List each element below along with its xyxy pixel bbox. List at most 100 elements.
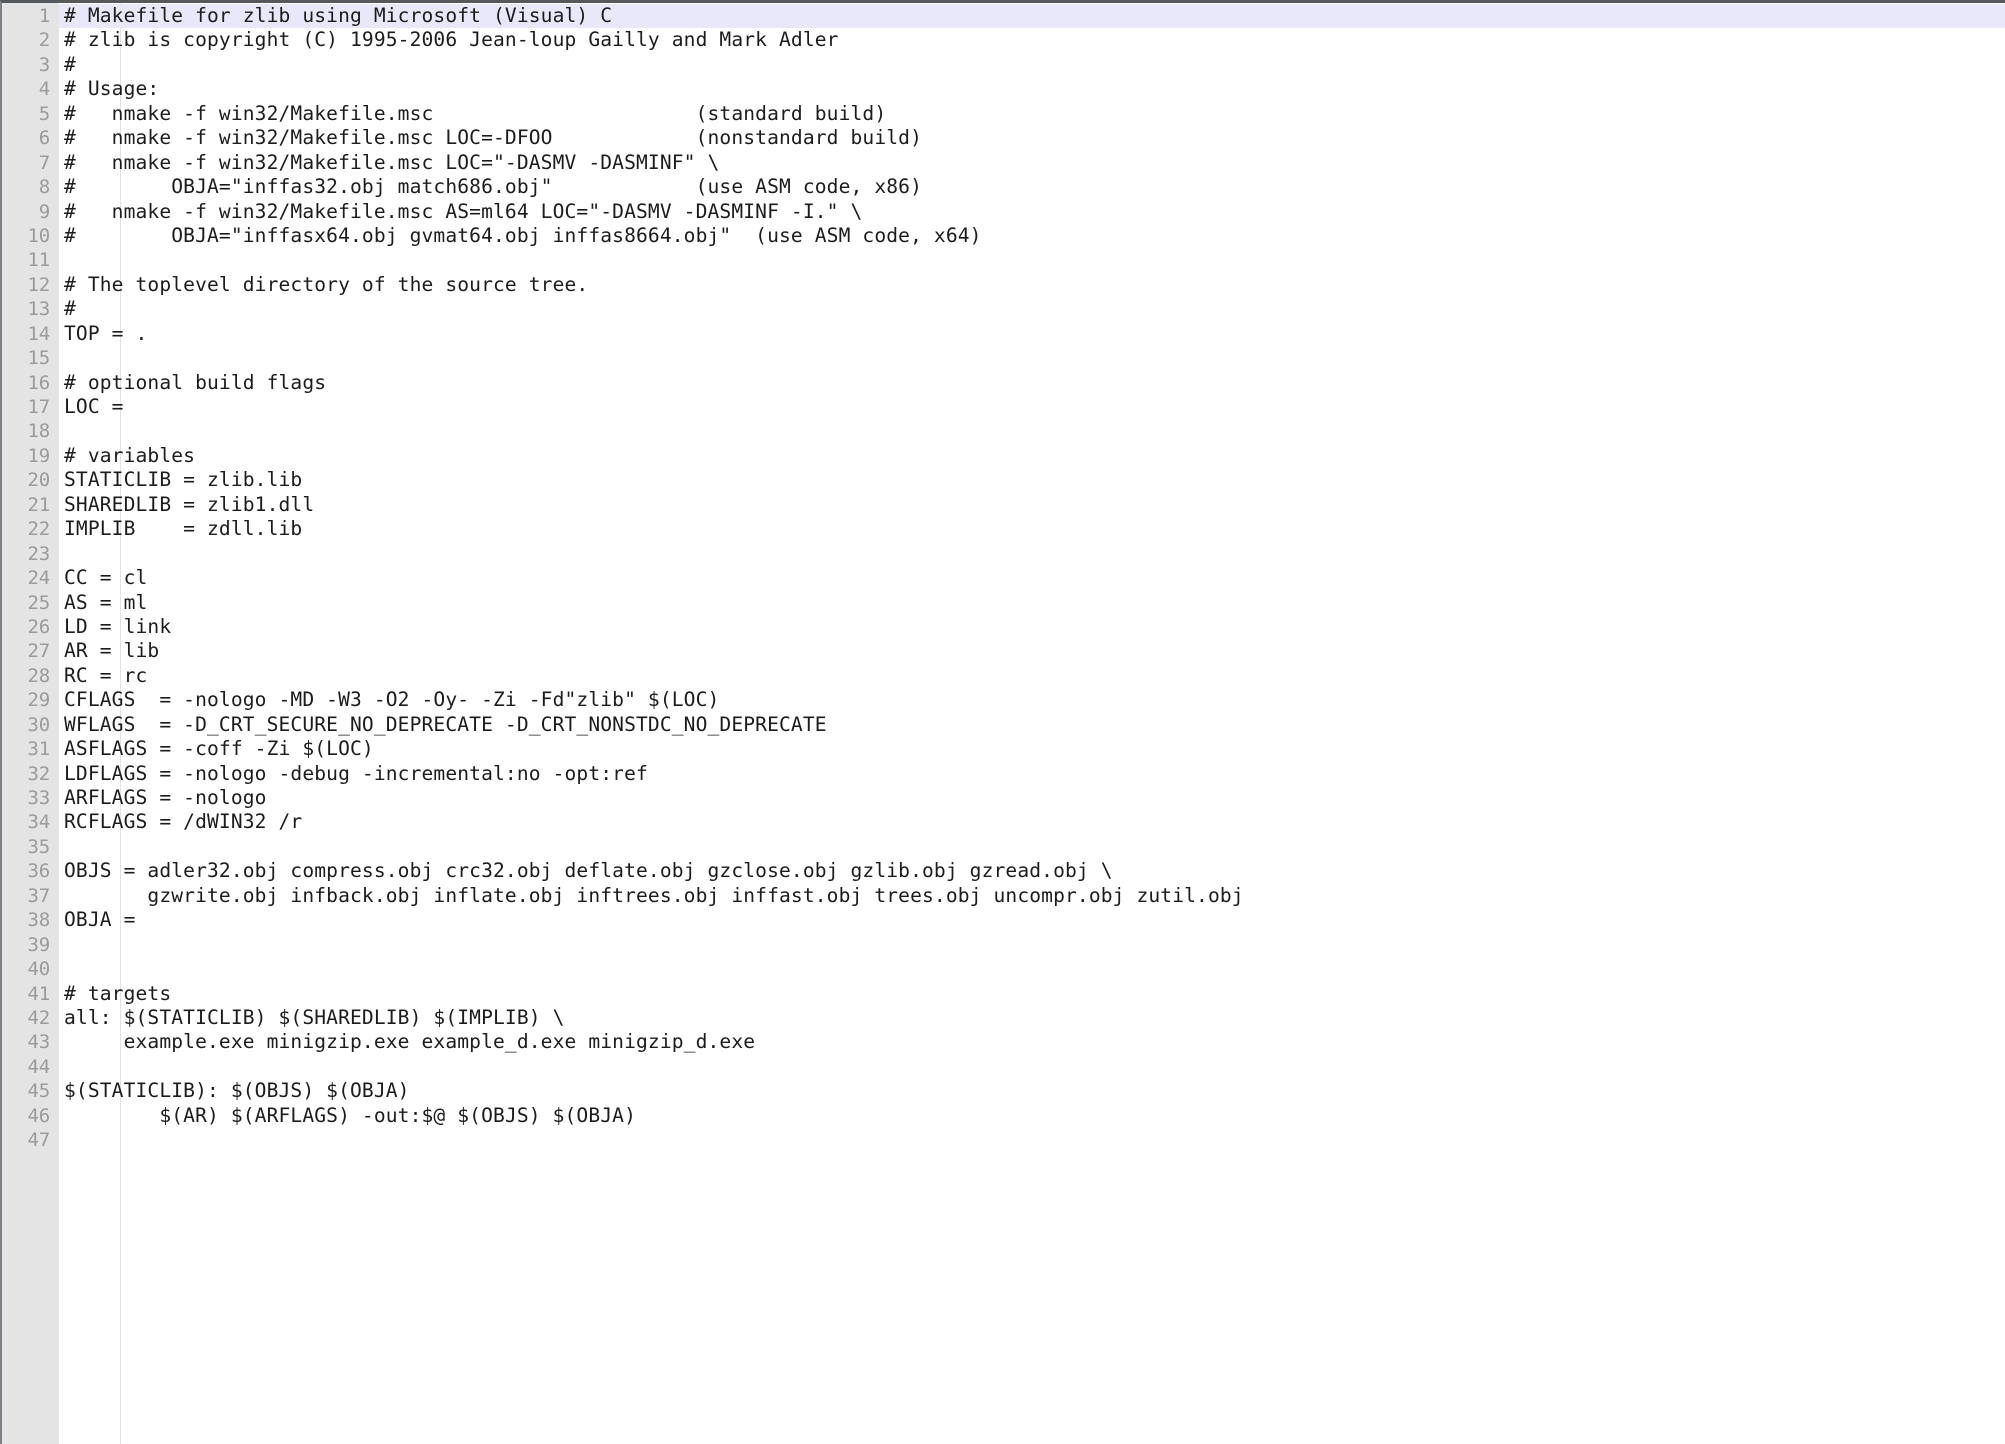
code-line[interactable]: 13 # — [2, 297, 2005, 321]
line-text[interactable]: # zlib is copyright (C) 1995-2006 Jean-l… — [59, 28, 2005, 52]
code-content-area[interactable]: 1 # Makefile for zlib using Microsoft (Vi… — [2, 3, 2005, 1153]
code-line[interactable]: 38 OBJA = — [2, 908, 2005, 932]
line-text[interactable]: # variables — [59, 444, 2005, 468]
line-text[interactable]: ASFLAGS = -coff -Zi $(LOC) — [59, 737, 2005, 761]
code-line[interactable]: 9 # nmake -f win32/Makefile.msc AS=ml64 L… — [2, 200, 2005, 224]
line-text[interactable]: $(STATICLIB): $(OBJS) $(OBJA) — [59, 1079, 2005, 1103]
line-text[interactable]: AS = ml — [59, 591, 2005, 615]
code-line[interactable]: 15 — [2, 346, 2005, 370]
code-line[interactable]: 28 RC = rc — [2, 664, 2005, 688]
code-line[interactable]: 31 ASFLAGS = -coff -Zi $(LOC) — [2, 737, 2005, 761]
line-text[interactable]: # optional build flags — [59, 371, 2005, 395]
code-line[interactable]: 40 — [2, 957, 2005, 981]
code-line[interactable]: 30 WFLAGS = -D_CRT_SECURE_NO_DEPRECATE -D… — [2, 713, 2005, 737]
code-line[interactable]: 11 — [2, 248, 2005, 272]
code-line[interactable]: 22 IMPLIB = zdll.lib — [2, 517, 2005, 541]
code-line[interactable]: 44 — [2, 1055, 2005, 1079]
line-text[interactable]: LD = link — [59, 615, 2005, 639]
line-text[interactable]: # Usage: — [59, 77, 2005, 101]
line-number: 10 — [27, 224, 51, 247]
line-text[interactable]: example.exe minigzip.exe example_d.exe m… — [59, 1030, 2005, 1054]
line-text[interactable]: LOC = — [59, 395, 2005, 419]
line-text[interactable]: # — [59, 297, 2005, 321]
code-line[interactable]: 7 # nmake -f win32/Makefile.msc LOC="-DAS… — [2, 151, 2005, 175]
code-line[interactable]: 19 # variables — [2, 444, 2005, 468]
code-line[interactable]: 3 # — [2, 53, 2005, 77]
code-line[interactable]: 47 — [2, 1128, 2005, 1152]
code-line[interactable]: 27 AR = lib — [2, 639, 2005, 663]
line-text[interactable]: STATICLIB = zlib.lib — [59, 468, 2005, 492]
line-text[interactable]: CFLAGS = -nologo -MD -W3 -O2 -Oy- -Zi -F… — [59, 688, 2005, 712]
line-text[interactable]: TOP = . — [59, 322, 2005, 346]
code-line[interactable]: 36 OBJS = adler32.obj compress.obj crc32.… — [2, 859, 2005, 883]
code-line[interactable]: 8 # OBJA="inffas32.obj match686.obj" (use… — [2, 175, 2005, 199]
line-text[interactable]: # OBJA="inffas32.obj match686.obj" (use … — [59, 175, 2005, 199]
line-text[interactable]: OBJA = — [59, 908, 2005, 932]
code-line[interactable]: 16 # optional build flags — [2, 371, 2005, 395]
code-line[interactable]: 46 $(AR) $(ARFLAGS) -out:$@ $(OBJS) $(OB… — [2, 1104, 2005, 1128]
line-text[interactable]: AR = lib — [59, 639, 2005, 663]
code-line[interactable]: 18 — [2, 419, 2005, 443]
code-line[interactable]: 23 — [2, 542, 2005, 566]
line-text[interactable]: OBJS = adler32.obj compress.obj crc32.ob… — [59, 859, 2005, 883]
line-number: 11 — [27, 249, 51, 272]
line-number: 20 — [27, 469, 51, 492]
line-text[interactable]: SHAREDLIB = zlib1.dll — [59, 493, 2005, 517]
line-text[interactable]: # nmake -f win32/Makefile.msc (standard … — [59, 102, 2005, 126]
code-line[interactable]: 20 STATICLIB = zlib.lib — [2, 468, 2005, 492]
line-text[interactable]: WFLAGS = -D_CRT_SECURE_NO_DEPRECATE -D_C… — [59, 713, 2005, 737]
code-line[interactable]: 32 LDFLAGS = -nologo -debug -incremental:… — [2, 762, 2005, 786]
line-number: 22 — [27, 518, 51, 541]
line-text[interactable]: LDFLAGS = -nologo -debug -incremental:no… — [59, 762, 2005, 786]
line-number: 8 — [38, 176, 50, 199]
code-line[interactable]: 5 # nmake -f win32/Makefile.msc (standard… — [2, 102, 2005, 126]
code-line[interactable]: 14 TOP = . — [2, 322, 2005, 346]
line-number: 46 — [27, 1104, 51, 1127]
line-text[interactable]: CC = cl — [59, 566, 2005, 590]
line-text[interactable]: # nmake -f win32/Makefile.msc LOC="-DASM… — [59, 151, 2005, 175]
code-line[interactable]: 43 example.exe minigzip.exe example_d.ex… — [2, 1030, 2005, 1054]
code-line[interactable]: 10 # OBJA="inffasx64.obj gvmat64.obj inff… — [2, 224, 2005, 248]
code-line[interactable]: 2 # zlib is copyright (C) 1995-2006 Jean-… — [2, 28, 2005, 52]
code-line[interactable]: 1 # Makefile for zlib using Microsoft (Vi… — [2, 4, 2005, 29]
line-text[interactable]: RCFLAGS = /dWIN32 /r — [59, 810, 2005, 834]
line-number: 40 — [27, 958, 51, 981]
line-text[interactable]: IMPLIB = zdll.lib — [59, 517, 2005, 541]
code-line[interactable]: 17 LOC = — [2, 395, 2005, 419]
line-number: 9 — [38, 200, 50, 223]
code-line[interactable]: 33 ARFLAGS = -nologo — [2, 786, 2005, 810]
line-text[interactable]: # nmake -f win32/Makefile.msc AS=ml64 LO… — [59, 200, 2005, 224]
code-line[interactable]: 34 RCFLAGS = /dWIN32 /r — [2, 810, 2005, 834]
line-text[interactable]: $(AR) $(ARFLAGS) -out:$@ $(OBJS) $(OBJA) — [59, 1104, 2005, 1128]
code-line[interactable]: 4 # Usage: — [2, 77, 2005, 101]
line-text[interactable]: # — [59, 53, 2005, 77]
line-text[interactable]: # The toplevel directory of the source t… — [59, 273, 2005, 297]
line-text[interactable]: all: $(STATICLIB) $(SHAREDLIB) $(IMPLIB)… — [59, 1006, 2005, 1030]
code-line[interactable]: 25 AS = ml — [2, 591, 2005, 615]
code-line[interactable]: 24 CC = cl — [2, 566, 2005, 590]
line-text[interactable]: gzwrite.obj infback.obj inflate.obj inft… — [59, 884, 2005, 908]
line-number: 38 — [27, 909, 51, 932]
line-number: 39 — [27, 933, 51, 956]
line-number: 19 — [27, 444, 51, 467]
line-number: 30 — [27, 713, 51, 736]
code-line[interactable]: 35 — [2, 835, 2005, 859]
line-text[interactable]: RC = rc — [59, 664, 2005, 688]
code-line[interactable]: 37 gzwrite.obj infback.obj inflate.obj i… — [2, 884, 2005, 908]
code-line[interactable]: 42 all: $(STATICLIB) $(SHAREDLIB) $(IMPLI… — [2, 1006, 2005, 1030]
line-text[interactable]: ARFLAGS = -nologo — [59, 786, 2005, 810]
code-line[interactable]: 45 $(STATICLIB): $(OBJS) $(OBJA) — [2, 1079, 2005, 1103]
line-number: 31 — [27, 738, 51, 761]
code-line[interactable]: 41 # targets — [2, 982, 2005, 1006]
code-line[interactable]: 29 CFLAGS = -nologo -MD -W3 -O2 -Oy- -Zi … — [2, 688, 2005, 712]
code-line[interactable]: 12 # The toplevel directory of the source… — [2, 273, 2005, 297]
line-text[interactable]: # OBJA="inffasx64.obj gvmat64.obj inffas… — [59, 224, 2005, 248]
code-editor[interactable]: 1 # Makefile for zlib using Microsoft (Vi… — [0, 0, 2005, 1444]
code-line[interactable]: 39 — [2, 933, 2005, 957]
line-text[interactable]: # nmake -f win32/Makefile.msc LOC=-DFOO … — [59, 126, 2005, 150]
line-text[interactable]: # Makefile for zlib using Microsoft (Vis… — [59, 4, 2005, 28]
code-line[interactable]: 6 # nmake -f win32/Makefile.msc LOC=-DFOO… — [2, 126, 2005, 150]
code-line[interactable]: 26 LD = link — [2, 615, 2005, 639]
code-line[interactable]: 21 SHAREDLIB = zlib1.dll — [2, 493, 2005, 517]
line-text[interactable]: # targets — [59, 982, 2005, 1006]
